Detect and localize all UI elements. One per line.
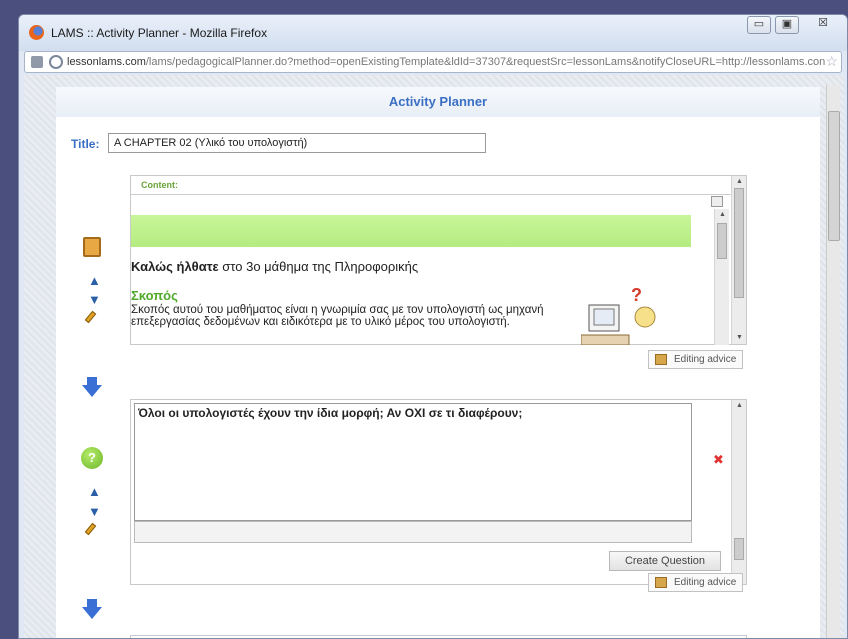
help-icon: ? xyxy=(81,447,103,469)
move-up-icon-2[interactable]: ▲ xyxy=(88,485,101,498)
url-domain: lessonlams.com xyxy=(67,56,146,68)
question-textarea[interactable]: Όλοι οι υπολογιστές έχουν την ίδια μορφή… xyxy=(134,403,692,521)
page-icon xyxy=(31,56,43,68)
welcome-bold: Καλώς ήλθατε xyxy=(131,259,219,274)
next-activity-box xyxy=(130,635,747,638)
content-label: Content: xyxy=(141,180,178,190)
editing-advice-button-2[interactable]: Editing advice xyxy=(648,573,744,592)
edit-pencil-icon[interactable] xyxy=(84,310,97,324)
close-window-button[interactable]: ☒ xyxy=(803,16,843,34)
page-viewport: Activity Planner Title: A CHAPTER 02 (Υλ… xyxy=(24,75,844,638)
body-text: Σκοπός αυτού του μαθήματος είναι η γνωρι… xyxy=(131,304,544,328)
inner-scroll-up-icon: ▲ xyxy=(719,211,726,218)
maximize-button[interactable]: ▣ xyxy=(775,16,799,34)
window-titlebar: LAMS :: Activity Planner - Mozilla Firef… xyxy=(19,15,847,51)
advice-icon xyxy=(655,577,667,588)
scroll-thumb[interactable] xyxy=(734,188,744,298)
section-heading: Σκοπός xyxy=(131,288,178,303)
textarea-footer xyxy=(134,521,692,543)
q-scroll-up-icon: ▲ xyxy=(736,402,743,409)
edit-pencil-icon-2[interactable] xyxy=(84,522,97,536)
move-down-icon[interactable]: ▼ xyxy=(88,293,101,306)
inner-scroll-thumb[interactable] xyxy=(717,223,727,259)
welcome-rest: στο 3ο μάθημα της Πληροφορικής xyxy=(218,259,419,274)
advice-icon xyxy=(655,354,667,365)
minimize-button[interactable]: ▭ xyxy=(747,16,771,34)
editing-advice-label: Editing advice xyxy=(674,577,737,588)
computer-illustration: ? xyxy=(581,287,656,345)
browser-window: LAMS :: Activity Planner - Mozilla Firef… xyxy=(18,14,848,639)
question-scrollbar[interactable]: ▲▼ xyxy=(731,400,746,584)
notebook-icon xyxy=(83,237,101,257)
insert-activity-arrow-icon[interactable] xyxy=(82,377,102,397)
question-editor: Όλοι οι υπολογιστές έχουν την ίδια μορφή… xyxy=(130,399,747,585)
question-text: Όλοι οι υπολογιστές έχουν την ίδια μορφή… xyxy=(138,406,523,420)
planner-page: Activity Planner Title: A CHAPTER 02 (Υλ… xyxy=(56,87,820,638)
content-frame: Καλώς ήλθατε στο 3ο μάθημα της Πληροφορι… xyxy=(131,194,731,345)
page-heading: Activity Planner xyxy=(56,87,820,117)
title-input[interactable]: A CHAPTER 02 (Υλικό του υπολογιστή) xyxy=(108,133,486,153)
maximize-icon: ▣ xyxy=(781,18,793,30)
url-path: /lams/pedagogicalPlanner.do?method=openE… xyxy=(145,56,825,68)
move-down-icon-2[interactable]: ▼ xyxy=(88,505,101,518)
editing-advice-label: Editing advice xyxy=(674,354,737,365)
minimize-icon: ▭ xyxy=(753,18,765,30)
title-label: Title: xyxy=(71,137,100,151)
firefox-logo-icon xyxy=(29,25,44,40)
page-scroll-thumb[interactable] xyxy=(828,111,840,241)
address-bar[interactable]: lessonlams.com/lams/pedagogicalPlanner.d… xyxy=(24,51,842,73)
green-banner xyxy=(131,215,691,247)
insert-activity-arrow-icon-2[interactable] xyxy=(82,599,102,619)
content-editor: Content: ▲ ▼ Καλώς ήλθατε στο 3ο μάθημα τ… xyxy=(130,175,747,345)
close-icon: ☒ xyxy=(818,17,828,29)
bookmark-star-icon[interactable]: ☆ xyxy=(825,53,838,70)
url-text: lessonlams.com/lams/pedagogicalPlanner.d… xyxy=(67,56,825,68)
globe-icon xyxy=(49,55,63,69)
scroll-up-icon: ▲ xyxy=(736,178,743,185)
scroll-down-icon: ▼ xyxy=(736,334,743,341)
window-title: LAMS :: Activity Planner - Mozilla Firef… xyxy=(51,26,268,40)
delete-icon[interactable]: ✖ xyxy=(713,452,724,468)
outer-scrollbar[interactable]: ▲ ▼ xyxy=(731,176,746,344)
create-question-button[interactable]: Create Question xyxy=(609,551,721,571)
collapse-toggle[interactable] xyxy=(711,196,723,207)
inner-scrollbar[interactable]: ▲ xyxy=(714,209,729,345)
svg-text:?: ? xyxy=(631,287,642,305)
page-scrollbar[interactable] xyxy=(826,85,840,638)
move-up-icon[interactable]: ▲ xyxy=(88,274,101,287)
editing-advice-button-1[interactable]: Editing advice xyxy=(648,350,744,369)
q-scroll-thumb[interactable] xyxy=(734,538,744,560)
welcome-line: Καλώς ήλθατε στο 3ο μάθημα της Πληροφορι… xyxy=(131,259,418,274)
